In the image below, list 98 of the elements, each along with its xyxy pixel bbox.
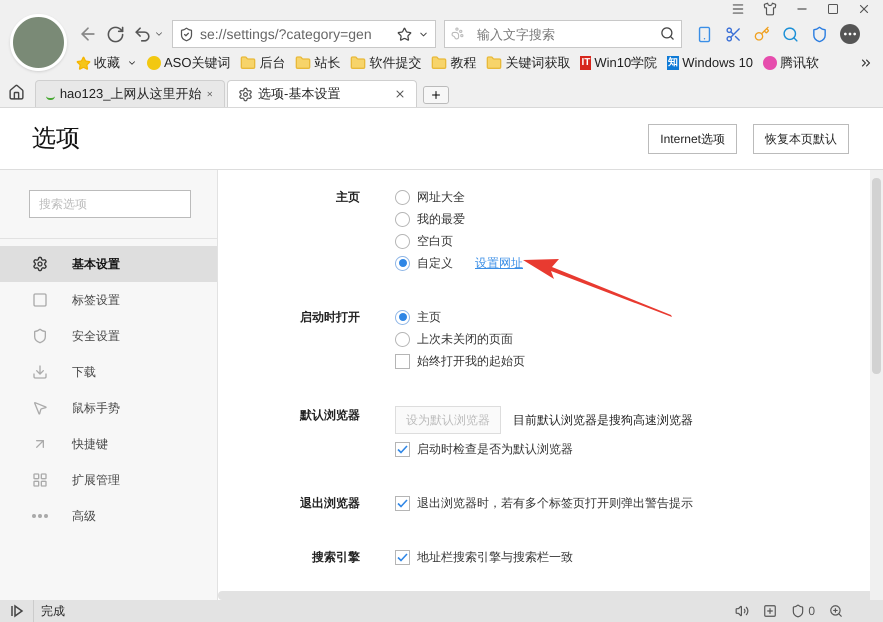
section-label: 启动时打开 xyxy=(300,309,360,326)
sidebar-item[interactable]: 下载 xyxy=(0,354,217,390)
scissors-icon[interactable] xyxy=(725,26,742,42)
bookmark[interactable]: ASO关键词 xyxy=(147,53,230,73)
home-icon[interactable] xyxy=(8,84,25,101)
new-tab-button[interactable] xyxy=(423,86,449,104)
radio-button[interactable] xyxy=(395,190,410,204)
bookmark[interactable]: 软件提交 xyxy=(350,53,422,73)
avatar[interactable] xyxy=(10,14,67,71)
site-badge: 知 xyxy=(667,56,680,70)
option-label: 始终打开我的起始页 xyxy=(417,353,525,370)
bookmark[interactable]: 关键词获取 xyxy=(486,53,570,73)
plus-box-icon[interactable] xyxy=(763,604,778,618)
more-icon[interactable] xyxy=(840,24,860,44)
menu-icon[interactable] xyxy=(731,2,745,16)
options-search-field[interactable]: 搜索选项 xyxy=(29,190,191,218)
bookmark[interactable]: 后台 xyxy=(240,53,286,73)
star-icon xyxy=(76,56,91,70)
bookmark[interactable]: 站长 xyxy=(295,53,340,73)
bookmark[interactable]: 教程 xyxy=(431,53,476,73)
blocked-count: 0 xyxy=(808,603,815,620)
refresh-icon[interactable] xyxy=(106,24,125,44)
star-icon[interactable] xyxy=(397,26,412,42)
bookmark[interactable]: 收藏 xyxy=(76,53,137,73)
header-button[interactable]: Internet选项 xyxy=(648,124,737,154)
bookmark[interactable]: 知 Windows 10 xyxy=(667,53,754,73)
horizontal-scrollbar[interactable] xyxy=(218,591,870,600)
browser-tab[interactable]: hao123_上网从这里开始 xyxy=(35,80,225,107)
magnifier-icon[interactable] xyxy=(782,26,799,42)
option-label: 主页 xyxy=(417,309,441,326)
square-icon xyxy=(32,292,48,308)
undo-icon[interactable] xyxy=(133,24,152,44)
header-button[interactable]: 恢复本页默认 xyxy=(753,124,849,154)
folder-icon xyxy=(295,55,312,71)
shield-icon[interactable] xyxy=(811,26,828,42)
sidebar-item[interactable]: 基本设置 xyxy=(0,246,217,282)
radio-button[interactable] xyxy=(395,332,410,346)
option-label: 我的最爱 xyxy=(417,211,465,228)
section-label: 主页 xyxy=(336,189,360,206)
speaker-icon[interactable] xyxy=(735,604,750,618)
sidebar-item[interactable]: 鼠标手势 xyxy=(0,390,217,426)
option-label: 上次未关闭的页面 xyxy=(417,331,513,348)
option-label: 地址栏搜索引擎与搜索栏一致 xyxy=(417,549,573,566)
site-badge: IT xyxy=(580,56,592,70)
checkbox[interactable] xyxy=(395,496,410,510)
search-field[interactable]: 输入文字搜索 xyxy=(444,20,682,48)
address-text: se://settings/?category=gen xyxy=(200,24,373,44)
plus-icon xyxy=(430,89,442,101)
radio-button[interactable] xyxy=(395,212,410,226)
option-label: 自定义 xyxy=(417,255,453,272)
gear-icon xyxy=(238,86,253,102)
shield-icon xyxy=(179,26,194,42)
radio-button[interactable] xyxy=(395,256,410,270)
bookmark[interactable]: IT Win10学院 xyxy=(580,53,658,73)
checkbox[interactable] xyxy=(395,550,410,564)
maximize-icon[interactable] xyxy=(827,3,839,15)
option-label: 退出浏览器时，若有多个标签页打开则弹出警告提示 xyxy=(417,495,693,512)
search-icon[interactable] xyxy=(660,26,675,41)
vertical-scrollbar[interactable] xyxy=(872,178,881,374)
folder-icon xyxy=(431,55,448,71)
option-label: 启动时检查是否为默认浏览器 xyxy=(417,441,573,458)
checkbox[interactable] xyxy=(395,442,410,456)
address-field[interactable]: se://settings/?category=gen xyxy=(172,20,436,48)
folder-icon xyxy=(350,55,366,71)
close-icon[interactable] xyxy=(394,88,406,100)
folder-icon xyxy=(486,55,502,71)
sidebar-item[interactable]: 扩展管理 xyxy=(0,462,217,498)
folder-icon xyxy=(240,55,256,71)
settings-icon xyxy=(32,256,48,272)
browser-tab[interactable]: 选项-基本设置 xyxy=(227,80,417,107)
sidebar-toggle-icon[interactable] xyxy=(10,604,24,618)
shield-icon[interactable] xyxy=(791,604,806,618)
radio-button[interactable] xyxy=(395,234,410,248)
section-label: 默认浏览器 xyxy=(300,407,360,424)
checkbox[interactable] xyxy=(395,354,410,368)
option-label: 网址大全 xyxy=(417,189,465,206)
bookmark[interactable]: 腾讯软 xyxy=(763,53,820,73)
grid-icon xyxy=(32,472,48,488)
option-label: 空白页 xyxy=(417,233,453,250)
paw-icon xyxy=(451,27,464,40)
phone-icon[interactable] xyxy=(696,26,713,42)
zoom-icon[interactable] xyxy=(829,604,843,618)
sidebar-item[interactable]: 安全设置 xyxy=(0,318,217,354)
page-title: 选项 xyxy=(32,124,80,154)
sidebar-item[interactable]: 标签设置 xyxy=(0,282,217,318)
download-icon xyxy=(32,364,48,380)
shirt-icon[interactable] xyxy=(763,2,777,16)
section-label: 退出浏览器 xyxy=(300,495,360,512)
dots-icon xyxy=(32,514,48,518)
radio-button[interactable] xyxy=(395,310,410,324)
sidebar-item[interactable]: 高级 xyxy=(0,498,217,534)
pointer-icon xyxy=(32,400,48,416)
status-text: 完成 xyxy=(41,603,65,620)
default-browser-note: 目前默认浏览器是搜狗高速浏览器 xyxy=(513,412,693,429)
sidebar-item[interactable]: 快捷键 xyxy=(0,426,217,462)
close-icon[interactable] xyxy=(857,2,871,16)
section-label: 搜索引擎 xyxy=(312,549,360,566)
shield-icon xyxy=(32,328,48,344)
